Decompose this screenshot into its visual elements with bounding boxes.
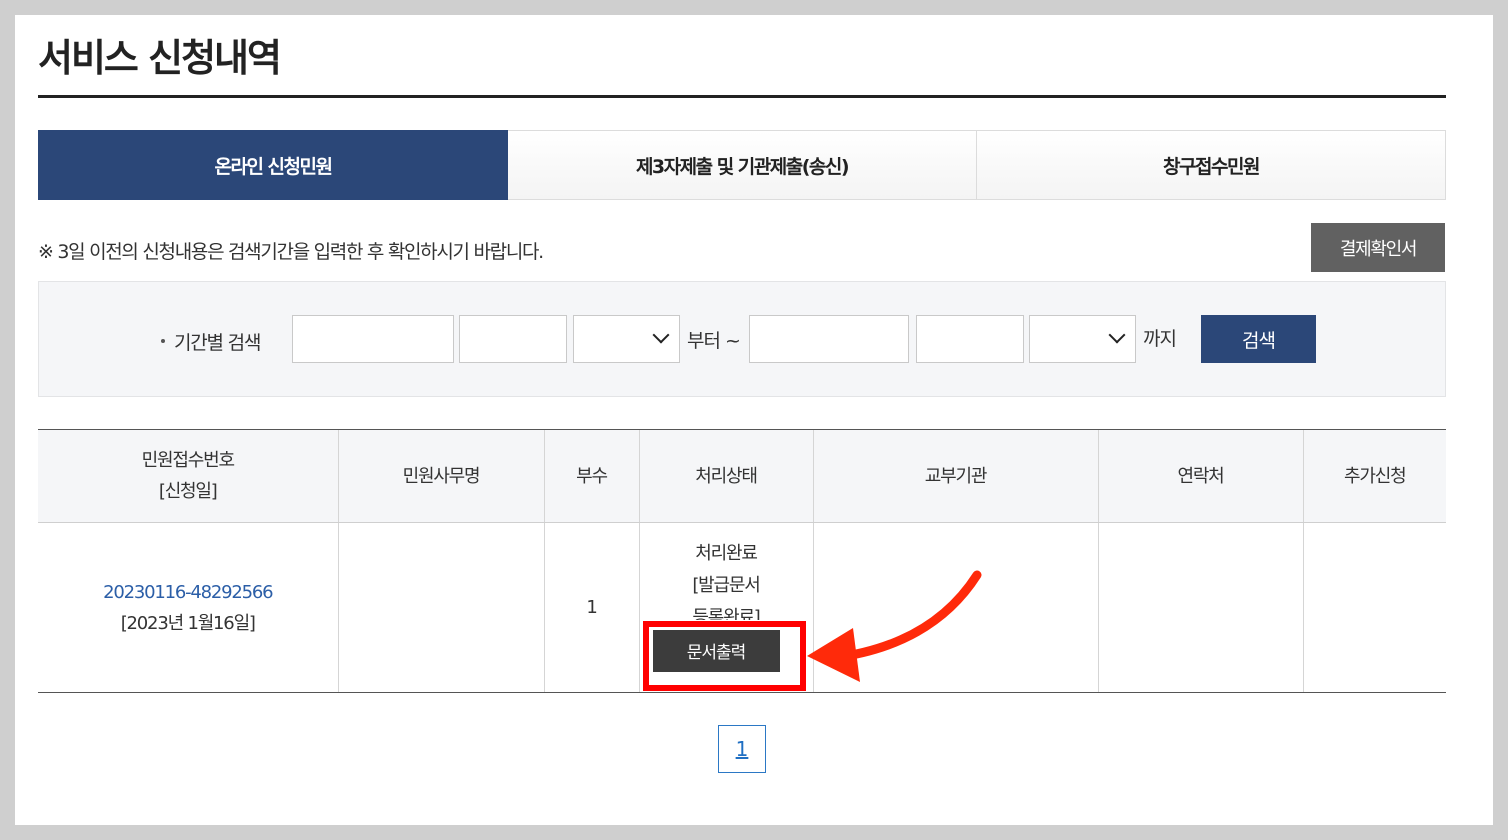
header-contact: 연락처 [1097,429,1303,523]
header-receipt-number-line2: [신청일] [158,481,218,502]
status-line-3: 등록완료] [692,606,760,620]
header-additional-request: 추가신청 [1302,429,1446,523]
cell-contact [1097,522,1303,693]
cell-status: 처리완료 [발급문서 등록완료] 문서출력 [638,522,813,693]
header-receipt-number-line1: 민원접수번호 [141,450,235,471]
to-year-input[interactable] [749,315,909,363]
payment-receipt-button[interactable]: 결제확인서 [1311,223,1445,272]
tab-bar: 온라인 신청민원 제3자제출 및 기관제출(송신) 창구접수민원 [38,130,1446,200]
search-button[interactable]: 검색 [1201,315,1316,363]
notice-text: ※ 3일 이전의 신청내용은 검색기간을 입력한 후 확인하시기 바랍니다. [38,241,544,263]
annotation-arrow-icon [807,570,982,682]
chevron-down-icon [1108,326,1126,344]
table-header-row: 민원접수번호 [신청일] 민원사무명 부수 처리상태 교부기관 연락처 추가신청 [38,429,1446,523]
header-issuing-agency: 교부기관 [812,429,1098,523]
page-title: 서비스 신청내역 [38,36,282,80]
service-history-page: 서비스 신청내역 온라인 신청민원 제3자제출 및 기관제출(송신) 창구접수민… [15,15,1493,825]
to-word: 까지 [1143,328,1177,350]
application-table: 민원접수번호 [신청일] 민원사무명 부수 처리상태 교부기관 연락처 추가신청… [38,429,1446,693]
bullet-icon [161,338,165,343]
chevron-down-icon [652,326,670,344]
period-search-panel: 기간별 검색 부터 ~ 까지 검색 [38,281,1446,397]
to-day-select[interactable] [1029,315,1136,363]
header-receipt-number: 민원접수번호 [신청일] [38,429,338,523]
header-service-name: 민원사무명 [337,429,544,523]
tab-online-application[interactable]: 온라인 신청민원 [38,130,508,200]
header-copies: 부수 [543,429,639,523]
from-year-input[interactable] [292,315,454,363]
from-month-input[interactable] [459,315,567,363]
status-line-2: [발급문서 [692,574,760,596]
to-month-input[interactable] [916,315,1024,363]
cell-service-name [337,522,544,693]
period-search-label: 기간별 검색 [161,328,261,355]
header-status: 처리상태 [638,429,813,523]
page-number-1[interactable]: 1 [718,725,766,773]
applied-date: [2023년 1월16일] [120,612,256,634]
status-container: 처리완료 [발급문서 등록완료] 문서출력 [640,524,813,692]
period-search-label-text: 기간별 검색 [174,332,261,354]
status-line-1: 처리완료 [695,542,758,564]
status-text: 처리완료 [발급문서 등록완료] [640,538,813,620]
from-word: 부터 ~ [687,330,741,352]
cell-copies: 1 [543,522,639,693]
table-row: 20230116-48292566 [2023년 1월16일] 1 처리완료 [… [38,522,1446,693]
tab-counter-reception[interactable]: 창구접수민원 [977,130,1446,200]
print-document-button[interactable]: 문서출력 [652,629,780,672]
title-divider [38,95,1446,98]
tab-third-party-submission[interactable]: 제3자제출 및 기관제출(송신) [508,130,977,200]
receipt-number-link[interactable]: 20230116-48292566 [38,577,338,608]
from-day-select[interactable] [573,315,680,363]
cell-additional-request [1302,522,1446,693]
cell-receipt-number: 20230116-48292566 [2023년 1월16일] [38,522,338,693]
